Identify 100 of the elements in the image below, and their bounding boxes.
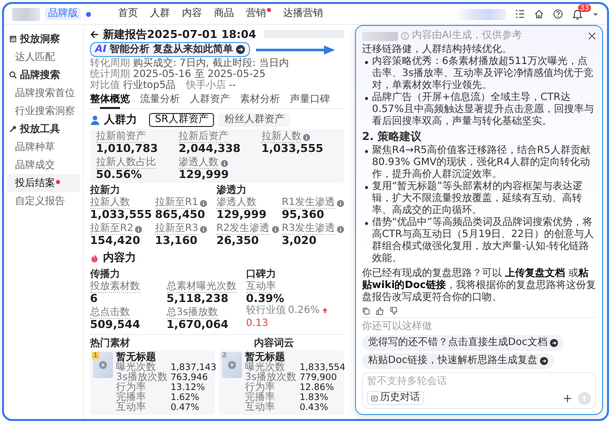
metric-label: 渗透人数 <box>216 197 256 209</box>
help-icon[interactable] <box>553 9 563 19</box>
subsection-title: 口碑力 <box>246 269 277 280</box>
sidebar-item[interactable]: 投后结案 <box>7 174 80 192</box>
bullet-text: 复用“暂无标题”等头部素材的内容框架与表达逻辑，扩大不限流量投放覆盖，延续有互动、高转率、高成交的正向循环。 <box>372 181 584 216</box>
sidebar-item[interactable]: 品牌成交 <box>7 156 80 174</box>
suggestion-chip[interactable]: 粘贴Doc链接，快速解析思路生成复盘 <box>362 353 554 369</box>
stat-value: 13.12% <box>170 383 206 393</box>
thumbs-down-icon[interactable] <box>390 307 398 315</box>
sidebar-item[interactable]: 品牌种草 <box>7 138 80 156</box>
stat-value: 779,900 <box>300 373 338 383</box>
segment-tab[interactable]: SR人群资产 <box>149 112 214 126</box>
section-title: 内容力 <box>103 250 136 265</box>
sidebar-group[interactable]: 投放洞察 <box>7 30 80 48</box>
plus-icon[interactable] <box>563 394 572 402</box>
caret-icon[interactable] <box>592 10 599 18</box>
meta-info: 对比值 行业top5品 <box>90 80 176 91</box>
metric-value: 95,360 <box>282 209 326 221</box>
sidebar-item[interactable]: 行业搜索洞察 <box>7 102 80 120</box>
blurred-account <box>456 8 506 20</box>
sidebar-item[interactable]: 品牌搜索首位 <box>7 84 80 102</box>
metric-label: 拉新前资产 <box>96 131 146 143</box>
ai-analysis-button[interactable]: AI 智能分析 复盘从来如此简单 <box>90 42 250 57</box>
blurred-title <box>362 32 398 40</box>
grid-icon[interactable] <box>515 9 525 19</box>
info-icon <box>272 226 279 232</box>
tab[interactable]: 流量分析 <box>140 93 180 108</box>
sidebar-item[interactable]: 自定义报告 <box>7 192 80 210</box>
metric-value: 129,999 <box>216 209 268 221</box>
bullet-dot <box>365 97 368 100</box>
suggestion-label: 你还可以这样做 <box>362 321 433 333</box>
thumbs-up-icon[interactable] <box>376 307 384 315</box>
history-icon <box>371 394 378 402</box>
stat-value: 1,833,554 <box>300 363 346 373</box>
tab[interactable]: 素材分析 <box>240 93 280 108</box>
stat-value: 1,837,143 <box>170 363 216 373</box>
bell-icon[interactable] <box>572 8 583 20</box>
metric-value: 26,350 <box>216 235 260 247</box>
metric-value: 50.56% <box>96 169 143 181</box>
stat-label: 互动率 <box>116 403 147 413</box>
play-icon <box>99 361 107 369</box>
person-icon <box>90 114 100 124</box>
back-arrow-icon[interactable] <box>90 30 99 38</box>
metric-label: 渗透人数 <box>178 157 219 169</box>
bullet-dot <box>365 186 368 189</box>
tab[interactable]: 整体概览 <box>90 93 130 108</box>
metric-label: 拉新至R2 <box>90 223 134 235</box>
nav-item[interactable]: 内容 <box>182 7 202 21</box>
metric-value: 129,999 <box>178 169 230 181</box>
chart-icon <box>9 35 17 43</box>
metric-label: R3发生渗透 <box>282 223 335 235</box>
metric-label: 拉新至R1 <box>154 197 198 209</box>
stat-label: 曝光次数 <box>245 363 285 373</box>
nav-item[interactable]: 人群 <box>150 7 170 21</box>
metric-value: 13,160 <box>154 235 198 247</box>
play-icon <box>228 361 236 369</box>
info-icon <box>337 226 344 232</box>
material-title: 暂无标题 <box>245 352 286 363</box>
nav-item[interactable]: 达播营销 <box>283 7 323 21</box>
bullet-dot <box>365 222 368 225</box>
meta-info: 快手小店 -- <box>186 80 236 91</box>
metric-value: 1,010,783 <box>96 143 159 155</box>
sidebar-group[interactable]: 品牌搜索 <box>7 66 80 84</box>
section-heading: 2. 策略建议 <box>362 131 423 143</box>
info-icon <box>200 200 208 206</box>
metric-value: 509,544 <box>90 319 142 331</box>
material-title: 暂无标题 <box>116 352 157 363</box>
stat-value: 1.62% <box>170 393 200 403</box>
metric-value: 5,118,238 <box>166 293 230 305</box>
copy-icon[interactable] <box>362 307 370 315</box>
metric-value: 1,033,555 <box>261 143 324 155</box>
subsection-title: 传播力 <box>90 269 121 280</box>
wrench-icon <box>9 125 17 133</box>
bullet-text: 借势“优品中”等高频品类词及品牌词搜索优势，将高CTR与高互动日（5月19日、22日）的创意与人群组合模式做强化复用，放大声量-认知-转化链路效能。 <box>372 217 595 265</box>
metric-value: 1,670,064 <box>166 319 230 331</box>
house-icon[interactable] <box>534 9 544 19</box>
metric-value: 0.39% <box>246 293 286 305</box>
search-icon <box>9 71 17 79</box>
metric-label: 拉新人数占比 <box>96 157 156 169</box>
stat-label: 行为率 <box>245 383 276 393</box>
metric-label: 总素材曝光次数 <box>166 281 236 293</box>
tab[interactable]: 声量口碑 <box>290 93 330 108</box>
close-icon <box>588 32 596 40</box>
metric-label: 拉新人数 <box>90 197 130 209</box>
sidebar-item[interactable]: 达人匹配 <box>7 48 80 66</box>
nav-item[interactable]: 商品 <box>214 7 234 21</box>
metric-label: R1发生渗透 <box>282 197 335 209</box>
metric-label: 互动率 <box>246 281 276 293</box>
sidebar-group[interactable]: 投放工具 <box>7 120 80 138</box>
suggestion-chip[interactable]: 觉得写的还不错？点击直接生成Doc文档 <box>362 335 564 351</box>
segment-tab[interactable]: 粉丝人群资产 <box>218 112 290 126</box>
stat-label: 完播率 <box>116 393 147 403</box>
tab[interactable]: 人群资产 <box>190 93 230 108</box>
metric-value: 154,420 <box>90 235 142 247</box>
nav-item[interactable]: 首页 <box>118 7 138 21</box>
info-icon <box>135 226 142 232</box>
bullet-dot <box>365 150 368 153</box>
close-button[interactable] <box>588 32 596 40</box>
nav-item[interactable]: 营销 <box>246 7 271 21</box>
history-button[interactable]: 历史对话 <box>367 391 424 405</box>
